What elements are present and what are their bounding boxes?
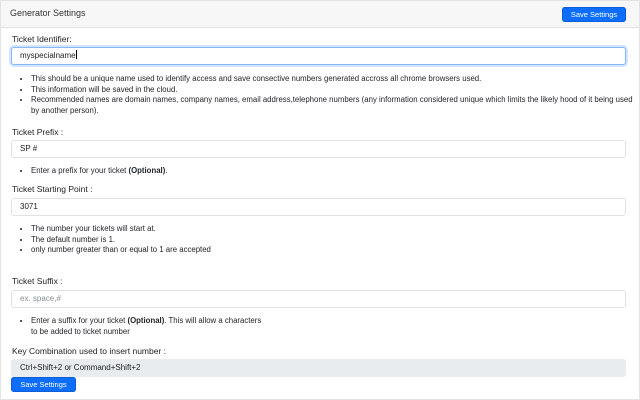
ticket-identifier-input[interactable]: myspecialname: [11, 47, 626, 65]
help-item: Recommended names are domain names, comp…: [31, 95, 640, 116]
key-combination-value: Ctrl+Shift+2 or Command+Shift+2: [20, 363, 141, 372]
ticket-prefix-value: SP #: [20, 144, 38, 153]
help-item: Enter a prefix for your ticket (Optional…: [31, 166, 631, 177]
ticket-starting-point-value: 3071: [20, 202, 38, 211]
ticket-prefix-help: Enter a prefix for your ticket (Optional…: [11, 166, 631, 177]
help-text: Enter a prefix for your ticket: [31, 166, 129, 175]
ticket-identifier-help: This should be a unique name used to ide…: [11, 74, 640, 116]
ticket-suffix-placeholder: ex. space,#: [20, 294, 61, 303]
help-item: Enter a suffix for your ticket (Optional…: [31, 316, 263, 337]
ticket-prefix-label: Ticket Prefix :: [12, 127, 64, 137]
help-item: only number greater than or equal to 1 a…: [31, 245, 263, 256]
save-settings-button-bottom[interactable]: Save Settings: [11, 377, 76, 392]
help-item: The number your tickets will start at.: [31, 224, 263, 235]
ticket-suffix-help: Enter a suffix for your ticket (Optional…: [11, 316, 263, 337]
save-settings-button-top[interactable]: Save Settings: [562, 7, 626, 22]
key-combination-label: Key Combination used to insert number :: [12, 346, 167, 356]
help-optional: (Optional): [127, 316, 165, 325]
panel-header: Generator Settings Save Settings: [1, 1, 639, 28]
panel-title: Generator Settings: [10, 8, 86, 18]
help-item: This should be a unique name used to ide…: [31, 74, 640, 85]
settings-panel: Generator Settings Save Settings Ticket …: [0, 0, 640, 400]
help-item: This information will be saved in the cl…: [31, 85, 640, 96]
text-cursor: [75, 50, 77, 59]
ticket-identifier-label: Ticket Identifier:: [12, 34, 72, 44]
ticket-identifier-value: myspecialname: [20, 51, 76, 60]
help-item: The default number is 1.: [31, 235, 263, 246]
ticket-starting-point-help: The number your tickets will start at. T…: [11, 224, 263, 256]
ticket-prefix-input[interactable]: SP #: [11, 140, 626, 158]
ticket-starting-point-input[interactable]: 3071: [11, 198, 626, 216]
help-text-end: .: [165, 166, 168, 175]
ticket-suffix-input[interactable]: ex. space,#: [11, 290, 626, 308]
key-combination-field: Ctrl+Shift+2 or Command+Shift+2: [11, 359, 626, 377]
ticket-starting-point-label: Ticket Starting Point :: [12, 184, 93, 194]
ticket-suffix-label: Ticket Suffix :: [12, 276, 63, 286]
help-text: Enter a suffix for your ticket: [31, 316, 128, 325]
help-optional: (Optional): [128, 166, 166, 175]
